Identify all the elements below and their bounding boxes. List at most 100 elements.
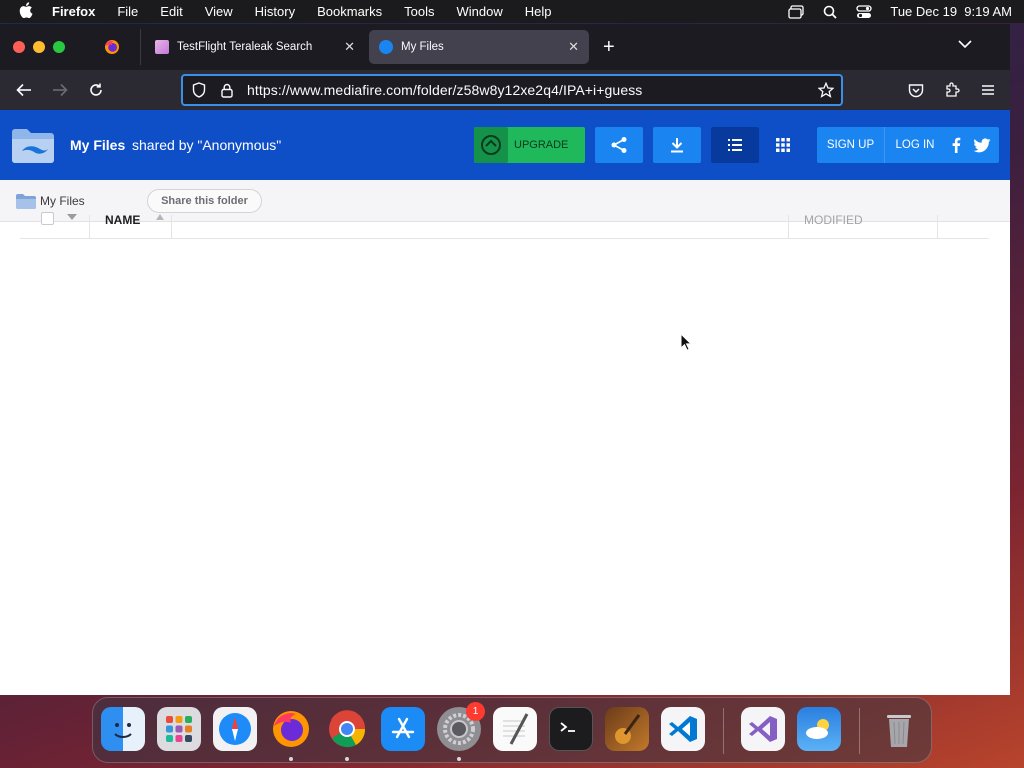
apple-menu-icon[interactable]: [12, 1, 40, 22]
tab-title: TestFlight Teraleak Search: [177, 41, 313, 53]
download-button[interactable]: [653, 127, 701, 163]
reload-icon: [90, 83, 102, 96]
menu-tools[interactable]: Tools: [404, 4, 434, 19]
dock-textedit-icon[interactable]: [493, 707, 537, 751]
facebook-icon[interactable]: [945, 137, 967, 153]
dock-separator: [859, 708, 860, 754]
dock-trash-icon[interactable]: [877, 707, 921, 751]
share-button[interactable]: [595, 127, 643, 163]
dock-garageband-icon[interactable]: [605, 707, 649, 751]
dock-vscode-icon[interactable]: [661, 707, 705, 751]
system-settings-notification-badge: 1: [466, 702, 485, 721]
navigation-toolbar: https://www.mediafire.com/folder/z58w8y1…: [0, 70, 1010, 110]
lock-icon[interactable]: [213, 83, 241, 98]
close-tab-icon[interactable]: ✕: [568, 39, 579, 55]
menu-help[interactable]: Help: [525, 4, 552, 19]
list-view-icon: [728, 139, 742, 151]
menu-app-name[interactable]: Firefox: [52, 4, 95, 19]
firefox-window: TestFlight Teraleak Search ✕ My Files ✕ …: [0, 24, 1010, 695]
sort-ascending-icon[interactable]: [156, 214, 164, 220]
close-window-button[interactable]: [13, 41, 25, 53]
forward-button[interactable]: [42, 75, 78, 105]
dock-visual-studio-icon[interactable]: [741, 707, 785, 751]
upgrade-button[interactable]: UPGRADE: [474, 127, 585, 163]
macos-dock: [92, 697, 932, 763]
maximize-window-button[interactable]: [53, 41, 65, 53]
hamburger-menu-icon: [982, 85, 994, 95]
control-center-icon[interactable]: [856, 4, 873, 19]
dock-weather-icon[interactable]: [797, 707, 841, 751]
url-bar[interactable]: https://www.mediafire.com/folder/z58w8y1…: [181, 74, 843, 106]
grid-view-icon: [776, 138, 790, 152]
auth-buttons: SIGN UP LOG IN: [817, 127, 999, 163]
upgrade-label: UPGRADE: [514, 139, 569, 151]
extensions-button[interactable]: [934, 75, 970, 105]
column-header-name[interactable]: NAME: [105, 213, 140, 227]
shared-by-label: shared by "Anonymous": [132, 137, 282, 153]
window-switcher-icon[interactable]: [788, 4, 805, 19]
app-menu-button[interactable]: [970, 75, 1006, 105]
dock-app-store-icon[interactable]: [381, 707, 425, 751]
reload-button[interactable]: [78, 75, 114, 105]
running-indicator: [457, 757, 461, 761]
column-divider: [89, 215, 90, 239]
dock-launchpad-icon[interactable]: [157, 707, 201, 751]
dock-separator: [723, 708, 724, 754]
back-button[interactable]: [6, 75, 42, 105]
close-tab-icon[interactable]: ✕: [344, 39, 355, 55]
running-indicator: [345, 757, 349, 761]
dock-safari-icon[interactable]: [213, 707, 257, 751]
window-controls: [13, 41, 65, 53]
share-icon: [611, 137, 627, 153]
spotlight-search-icon[interactable]: [822, 5, 838, 19]
select-all-checkbox[interactable]: [41, 212, 54, 225]
pocket-button[interactable]: [898, 75, 934, 105]
dock-firefox-icon[interactable]: [269, 707, 313, 751]
tracking-protection-shield-icon[interactable]: [185, 82, 213, 98]
minimize-window-button[interactable]: [33, 41, 45, 53]
grid-view-button[interactable]: [759, 127, 807, 163]
menubar-clock[interactable]: Tue Dec 19 9:19 AM: [890, 4, 1012, 19]
puzzle-piece-icon: [946, 82, 960, 97]
firefox-logo-icon: [104, 40, 119, 54]
menu-file[interactable]: File: [117, 4, 138, 19]
tab-my-files[interactable]: My Files ✕: [369, 30, 589, 64]
macos-menubar: Firefox File Edit View History Bookmarks…: [0, 0, 1024, 23]
log-in-button[interactable]: LOG IN: [885, 139, 945, 151]
dock-chrome-icon[interactable]: [325, 707, 369, 751]
column-header-modified[interactable]: MODIFIED: [804, 213, 863, 227]
column-divider: [788, 215, 789, 239]
tab-testflight[interactable]: TestFlight Teraleak Search ✕: [145, 30, 365, 64]
tab-title: My Files: [401, 41, 444, 53]
list-all-tabs-chevron-down-icon[interactable]: [958, 36, 972, 54]
pocket-icon: [908, 83, 924, 97]
folder-icon: [10, 126, 56, 169]
mediafire-favicon-icon: [379, 40, 393, 54]
running-indicator: [289, 757, 293, 761]
upgrade-arrow-icon: [474, 127, 508, 163]
select-options-caret-down-icon[interactable]: [67, 214, 77, 220]
back-arrow-icon: [16, 83, 31, 97]
menu-edit[interactable]: Edit: [160, 4, 182, 19]
sign-up-button[interactable]: SIGN UP: [817, 127, 885, 163]
url-text[interactable]: https://www.mediafire.com/folder/z58w8y1…: [247, 82, 642, 98]
list-view-button[interactable]: [711, 127, 759, 163]
new-tab-button[interactable]: +: [603, 37, 615, 57]
column-divider: [937, 215, 938, 239]
dock-terminal-icon[interactable]: [549, 707, 593, 751]
file-list-header: NAME MODIFIED: [20, 198, 989, 239]
mediafire-header: My Files shared by "Anonymous" UPGRADE S…: [0, 110, 1010, 180]
dock-finder-icon[interactable]: [101, 707, 145, 751]
folder-title: My Files: [70, 137, 126, 153]
forward-arrow-icon: [53, 83, 68, 97]
menu-view[interactable]: View: [205, 4, 233, 19]
menu-window[interactable]: Window: [457, 4, 503, 19]
pinned-tab-firefox[interactable]: [83, 29, 141, 65]
twitter-icon[interactable]: [971, 137, 993, 153]
bookmark-star-icon[interactable]: [811, 82, 841, 98]
menu-history[interactable]: History: [255, 4, 295, 19]
testflight-favicon-icon: [155, 40, 169, 54]
menu-bookmarks[interactable]: Bookmarks: [317, 4, 382, 19]
tab-bar: TestFlight Teraleak Search ✕ My Files ✕ …: [0, 24, 1010, 70]
mouse-cursor-icon: [680, 332, 693, 356]
